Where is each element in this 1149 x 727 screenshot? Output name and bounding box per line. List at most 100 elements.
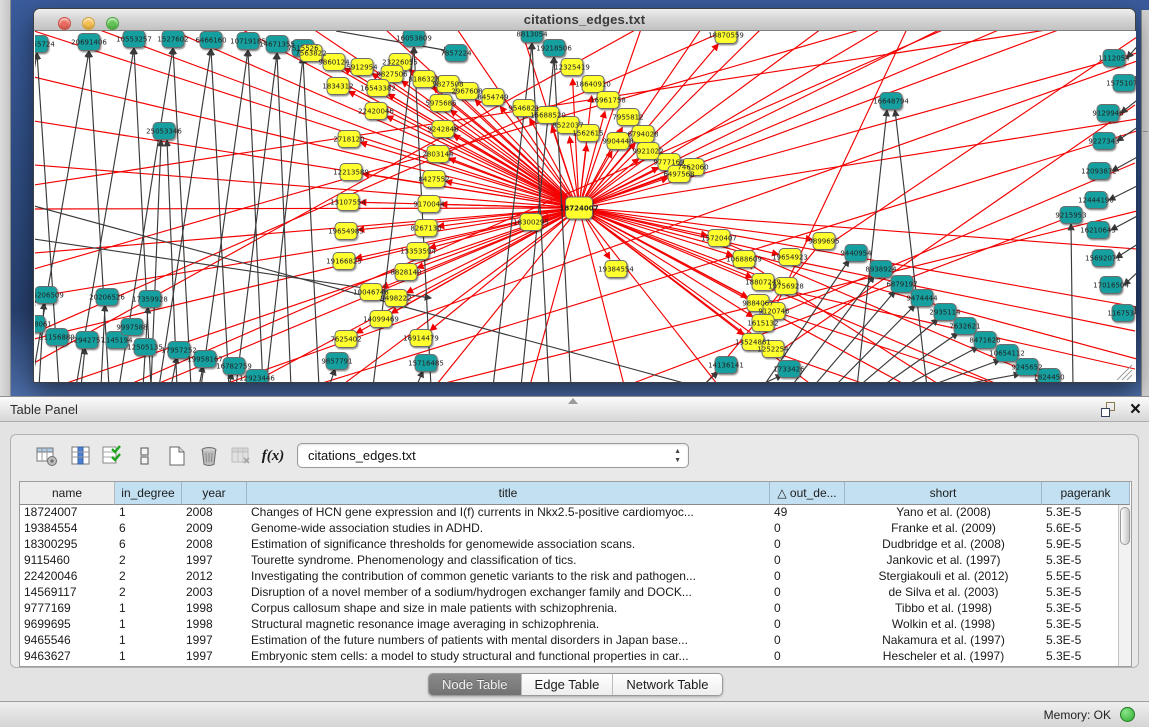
cell-year[interactable]: 1997	[182, 649, 247, 665]
table-selector-dropdown[interactable]: citations_edges.txt ▲▼	[297, 443, 689, 468]
splitter-handle-icon[interactable]	[568, 398, 578, 404]
column-settings-button[interactable]	[33, 442, 61, 470]
row-options-button[interactable]	[131, 442, 159, 470]
column-header-name[interactable]: name	[20, 482, 115, 505]
column-header-year[interactable]: year	[182, 482, 247, 505]
cell-short[interactable]: Tibbo et al. (1998)	[845, 601, 1042, 617]
table-row[interactable]: 1456911722003Disruption of a novel membe…	[20, 585, 1130, 601]
cell-name[interactable]: 9463627	[20, 649, 115, 665]
cell-year[interactable]: 2003	[182, 585, 247, 601]
cell-name[interactable]: 9115460	[20, 553, 115, 569]
window-resize-grip[interactable]	[1117, 365, 1132, 380]
cell-pagerank[interactable]: 5.3E-5	[1042, 553, 1130, 569]
column-header-pagerank[interactable]: pagerank	[1042, 482, 1130, 505]
cell-name[interactable]: 9699695	[20, 617, 115, 633]
cell-title[interactable]: Corpus callosum shape and size in male p…	[247, 601, 770, 617]
cell-short[interactable]: Wolkin et al. (1998)	[845, 617, 1042, 633]
table-panel-header[interactable]: Table Panel ×	[0, 396, 1149, 422]
cell-title[interactable]: Disruption of a novel member of a sodium…	[247, 585, 770, 601]
cell-year[interactable]: 1997	[182, 633, 247, 649]
cell-year[interactable]: 1998	[182, 617, 247, 633]
cell-in_degree[interactable]: 1	[115, 601, 182, 617]
cell-year[interactable]: 2012	[182, 569, 247, 585]
function-builder-button[interactable]: f(x)	[259, 442, 287, 470]
cell-short[interactable]: de Silva et al. (2003)	[845, 585, 1042, 601]
cell-name[interactable]: 18300295	[20, 537, 115, 553]
delete-table-button[interactable]	[195, 442, 223, 470]
cell-out_de[interactable]: 0	[770, 649, 845, 665]
tab-edge-table[interactable]: Edge Table	[522, 674, 614, 696]
cell-pagerank[interactable]: 5.3E-5	[1042, 633, 1130, 649]
tab-network-table[interactable]: Network Table	[613, 674, 721, 696]
column-header-in_degree[interactable]: in_degree	[115, 482, 182, 505]
cell-name[interactable]: 9465546	[20, 633, 115, 649]
cell-in_degree[interactable]: 2	[115, 569, 182, 585]
cell-title[interactable]: Estimation of the future numbers of pati…	[247, 633, 770, 649]
cell-in_degree[interactable]: 1	[115, 649, 182, 665]
scrollbar-thumb[interactable]	[1120, 507, 1130, 545]
cell-out_de[interactable]: 0	[770, 521, 845, 537]
citation-network-graph[interactable]: 2405572420691406105532571527602646616010…	[35, 31, 1136, 382]
float-panel-icon[interactable]	[1101, 402, 1117, 418]
cell-name[interactable]: 22420046	[20, 569, 115, 585]
cell-pagerank[interactable]: 5.6E-5	[1042, 521, 1130, 537]
memory-status-indicator[interactable]	[1120, 707, 1135, 722]
cell-out_de[interactable]: 0	[770, 585, 845, 601]
table-row[interactable]: 2242004622012Investigating the contribut…	[20, 569, 1130, 585]
cell-in_degree[interactable]: 1	[115, 633, 182, 649]
column-header-title[interactable]: title	[247, 482, 770, 505]
cell-in_degree[interactable]: 6	[115, 537, 182, 553]
column-header-short[interactable]: short	[845, 482, 1042, 505]
table-row[interactable]: 946362711997Embryonic stem cells: a mode…	[20, 649, 1130, 665]
cell-name[interactable]: 18724007	[20, 505, 115, 521]
cell-short[interactable]: Franke et al. (2009)	[845, 521, 1042, 537]
table-row[interactable]: 1830029562008Estimation of significance …	[20, 537, 1130, 553]
cell-name[interactable]: 9777169	[20, 601, 115, 617]
cell-year[interactable]: 2009	[182, 521, 247, 537]
cell-short[interactable]: Stergiakouli et al. (2012)	[845, 569, 1042, 585]
table-row[interactable]: 1938455462009Genome-wide association stu…	[20, 521, 1130, 537]
cell-out_de[interactable]: 0	[770, 617, 845, 633]
tab-node-table[interactable]: Node Table	[429, 674, 522, 696]
cell-pagerank[interactable]: 5.5E-5	[1042, 569, 1130, 585]
column-header-out_de[interactable]: △ out_de...	[770, 482, 845, 505]
network-view-window[interactable]: citations_edges.txt 24055724206914061055…	[33, 8, 1136, 383]
window-titlebar[interactable]: citations_edges.txt	[34, 9, 1135, 31]
cell-title[interactable]: Changes of HCN gene expression and I(f) …	[247, 505, 770, 521]
manage-columns-button[interactable]	[99, 442, 127, 470]
cell-out_de[interactable]: 0	[770, 553, 845, 569]
cell-out_de[interactable]: 0	[770, 633, 845, 649]
cell-in_degree[interactable]: 1	[115, 617, 182, 633]
cell-pagerank[interactable]: 5.3E-5	[1042, 649, 1130, 665]
cell-year[interactable]: 2008	[182, 505, 247, 521]
cell-name[interactable]: 14569117	[20, 585, 115, 601]
cell-title[interactable]: Investigating the contribution of common…	[247, 569, 770, 585]
cell-title[interactable]: Structural magnetic resonance image aver…	[247, 617, 770, 633]
cell-pagerank[interactable]: 5.3E-5	[1042, 617, 1130, 633]
close-panel-icon[interactable]: ×	[1130, 397, 1141, 423]
cell-out_de[interactable]: 0	[770, 569, 845, 585]
cell-pagerank[interactable]: 5.3E-5	[1042, 601, 1130, 617]
cell-title[interactable]: Embryonic stem cells: a model to study s…	[247, 649, 770, 665]
new-table-button[interactable]	[163, 442, 191, 470]
cell-in_degree[interactable]: 6	[115, 521, 182, 537]
table-row[interactable]: 1872400712008Changes of HCN gene express…	[20, 505, 1130, 521]
table-row[interactable]: 969969511998Structural magnetic resonanc…	[20, 617, 1130, 633]
cell-title[interactable]: Estimation of significance thresholds fo…	[247, 537, 770, 553]
cell-year[interactable]: 2008	[182, 537, 247, 553]
cell-title[interactable]: Tourette syndrome. Phenomenology and cla…	[247, 553, 770, 569]
table-row[interactable]: 946554611997Estimation of the future num…	[20, 633, 1130, 649]
cell-short[interactable]: Nakamura et al. (1997)	[845, 633, 1042, 649]
cell-pagerank[interactable]: 5.3E-5	[1042, 505, 1130, 521]
table-row[interactable]: 977716911998Corpus callosum shape and si…	[20, 601, 1130, 617]
cell-year[interactable]: 1998	[182, 601, 247, 617]
cell-name[interactable]: 19384554	[20, 521, 115, 537]
cell-out_de[interactable]: 49	[770, 505, 845, 521]
select-column-button[interactable]	[67, 442, 95, 470]
cell-in_degree[interactable]: 2	[115, 553, 182, 569]
cell-out_de[interactable]: 0	[770, 537, 845, 553]
cell-title[interactable]: Genome-wide association studies in ADHD.	[247, 521, 770, 537]
vertical-scrollbar[interactable]	[1118, 505, 1131, 666]
cell-short[interactable]: Jankovic et al. (1997)	[845, 553, 1042, 569]
cell-short[interactable]: Yano et al. (2008)	[845, 505, 1042, 521]
